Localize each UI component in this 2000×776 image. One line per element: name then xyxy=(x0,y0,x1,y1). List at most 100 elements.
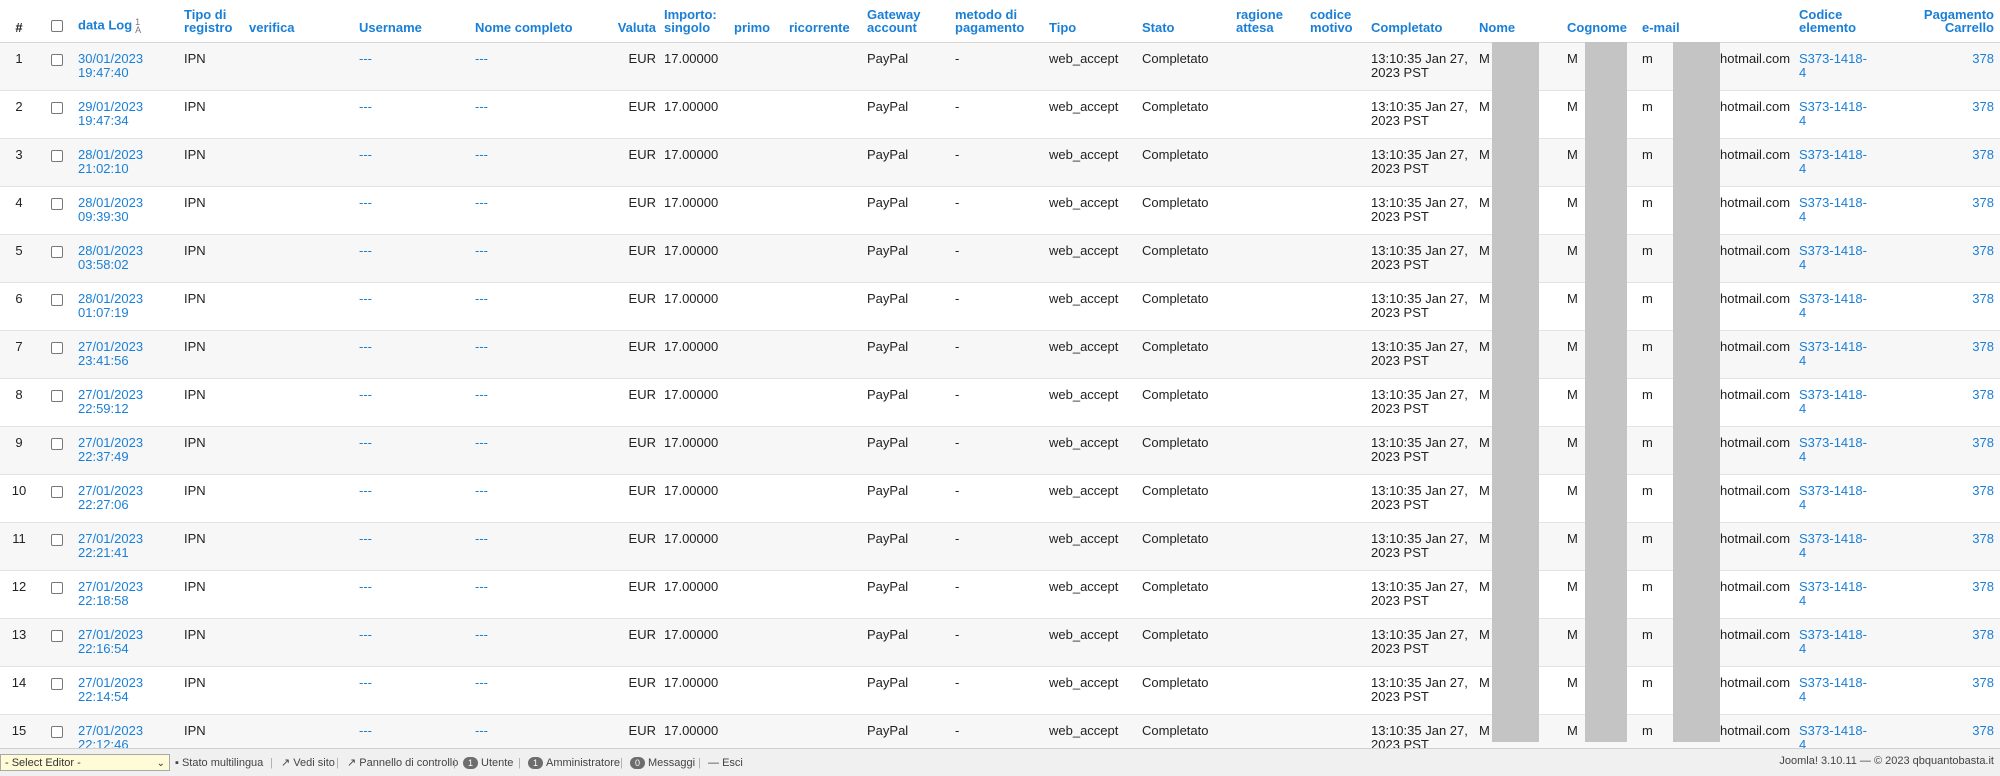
nome-completo-cell[interactable]: --- xyxy=(473,186,609,235)
username-cell[interactable]: --- xyxy=(357,618,473,667)
row-checkbox[interactable] xyxy=(51,438,63,450)
nome-completo-cell[interactable]: --- xyxy=(473,426,609,475)
codice-elemento-line2[interactable]: 4 xyxy=(1799,305,1806,320)
row-checkbox-cell[interactable] xyxy=(38,90,76,139)
username-cell[interactable]: --- xyxy=(357,426,473,475)
data-log-date[interactable]: 27/01/2023 xyxy=(78,435,143,450)
nome-completo-cell[interactable]: --- xyxy=(473,618,609,667)
codice-elemento-cell[interactable]: S373-1418- 4 xyxy=(1797,330,1887,379)
row-checkbox-cell[interactable] xyxy=(38,138,76,187)
row-checkbox[interactable] xyxy=(51,630,63,642)
codice-elemento-line1[interactable]: S373-1418- xyxy=(1799,99,1867,114)
data-log-date[interactable]: 27/01/2023 xyxy=(78,723,143,738)
pagamento-carrello-link[interactable]: 378 xyxy=(1972,99,1994,114)
codice-elemento-cell[interactable]: S373-1418- 4 xyxy=(1797,234,1887,283)
username-link[interactable]: --- xyxy=(359,99,372,114)
sort-alpha-asc-icon[interactable]: 1A xyxy=(135,18,145,35)
nome-completo-link[interactable]: --- xyxy=(475,339,488,354)
column-header-tipo-registro[interactable]: Tipo di registro xyxy=(182,0,247,43)
pagamento-carrello-link[interactable]: 378 xyxy=(1972,291,1994,306)
codice-elemento-cell[interactable]: S373-1418- 4 xyxy=(1797,378,1887,427)
codice-elemento-cell[interactable]: S373-1418- 4 xyxy=(1797,474,1887,523)
username-link[interactable]: --- xyxy=(359,531,372,546)
codice-elemento-cell[interactable]: S373-1418- 4 xyxy=(1797,522,1887,571)
codice-elemento-line2[interactable]: 4 xyxy=(1799,65,1806,80)
username-link[interactable]: --- xyxy=(359,387,372,402)
username-link[interactable]: --- xyxy=(359,435,372,450)
row-checkbox[interactable] xyxy=(51,102,63,114)
codice-elemento-line1[interactable]: S373-1418- xyxy=(1799,675,1867,690)
data-log-date[interactable]: 27/01/2023 xyxy=(78,675,143,690)
codice-elemento-line1[interactable]: S373-1418- xyxy=(1799,195,1867,210)
codice-elemento-line2[interactable]: 4 xyxy=(1799,593,1806,608)
data-log-cell[interactable]: 27/01/2023 22:16:54 xyxy=(76,618,182,667)
data-log-cell[interactable]: 28/01/2023 21:02:10 xyxy=(76,138,182,187)
row-checkbox[interactable] xyxy=(51,246,63,258)
pagamento-carrello-cell[interactable]: 378 xyxy=(1887,90,2000,139)
data-log-time[interactable]: 22:21:41 xyxy=(78,545,129,560)
username-link[interactable]: --- xyxy=(359,483,372,498)
codice-elemento-line2[interactable]: 4 xyxy=(1799,641,1806,656)
column-header-valuta[interactable]: Valuta xyxy=(609,0,662,43)
username-cell[interactable]: --- xyxy=(357,522,473,571)
nome-completo-cell[interactable]: --- xyxy=(473,282,609,331)
nome-completo-link[interactable]: --- xyxy=(475,723,488,738)
pagamento-carrello-link[interactable]: 378 xyxy=(1972,147,1994,162)
data-log-date[interactable]: 29/01/2023 xyxy=(78,99,143,114)
nome-completo-link[interactable]: --- xyxy=(475,243,488,258)
pagamento-carrello-cell[interactable]: 378 xyxy=(1887,714,2000,748)
row-checkbox[interactable] xyxy=(51,390,63,402)
data-log-cell[interactable]: 27/01/2023 22:12:46 xyxy=(76,714,182,749)
username-cell[interactable]: --- xyxy=(357,282,473,331)
codice-elemento-line2[interactable]: 4 xyxy=(1799,545,1806,560)
username-cell[interactable]: --- xyxy=(357,234,473,283)
utente-link[interactable]: 1 Utente xyxy=(463,756,513,770)
data-log-time[interactable]: 22:14:54 xyxy=(78,689,129,704)
username-cell[interactable]: --- xyxy=(357,666,473,715)
codice-elemento-cell[interactable]: S373-1418- 4 xyxy=(1797,426,1887,475)
data-log-time[interactable]: 19:47:34 xyxy=(78,113,129,128)
data-log-date[interactable]: 27/01/2023 xyxy=(78,387,143,402)
row-checkbox-cell[interactable] xyxy=(38,666,76,715)
nome-completo-cell[interactable]: --- xyxy=(473,570,609,619)
pagamento-carrello-cell[interactable]: 378 xyxy=(1887,426,2000,475)
data-log-time[interactable]: 22:37:49 xyxy=(78,449,129,464)
nome-completo-cell[interactable]: --- xyxy=(473,522,609,571)
codice-elemento-line2[interactable]: 4 xyxy=(1799,209,1806,224)
codice-elemento-cell[interactable]: S373-1418- 4 xyxy=(1797,186,1887,235)
nome-completo-cell[interactable]: --- xyxy=(473,138,609,187)
data-log-time[interactable]: 01:07:19 xyxy=(78,305,129,320)
row-checkbox[interactable] xyxy=(51,294,63,306)
data-log-cell[interactable]: 28/01/2023 03:58:02 xyxy=(76,234,182,283)
data-log-time[interactable]: 22:12:46 xyxy=(78,737,129,749)
pagamento-carrello-link[interactable]: 378 xyxy=(1972,627,1994,642)
data-log-date[interactable]: 30/01/2023 xyxy=(78,51,143,66)
codice-elemento-cell[interactable]: S373-1418- 4 xyxy=(1797,42,1887,91)
column-header-email[interactable]: e-mail xyxy=(1640,0,1797,43)
column-header-data-log-label[interactable]: data Log xyxy=(78,17,132,32)
username-link[interactable]: --- xyxy=(359,675,372,690)
username-cell[interactable]: --- xyxy=(357,330,473,379)
data-log-cell[interactable]: 27/01/2023 22:18:58 xyxy=(76,570,182,619)
esci-link[interactable]: — Esci xyxy=(708,756,743,770)
row-checkbox-cell[interactable] xyxy=(38,474,76,523)
pagamento-carrello-link[interactable]: 378 xyxy=(1972,435,1994,450)
pagamento-carrello-cell[interactable]: 378 xyxy=(1887,234,2000,283)
pagamento-carrello-link[interactable]: 378 xyxy=(1972,483,1994,498)
data-log-date[interactable]: 27/01/2023 xyxy=(78,531,143,546)
pagamento-carrello-link[interactable]: 378 xyxy=(1972,243,1994,258)
codice-elemento-cell[interactable]: S373-1418- 4 xyxy=(1797,90,1887,139)
pagamento-carrello-link[interactable]: 378 xyxy=(1972,723,1994,738)
pagamento-carrello-link[interactable]: 378 xyxy=(1972,339,1994,354)
username-cell[interactable]: --- xyxy=(357,138,473,187)
column-header-importo[interactable]: Importo: singolo xyxy=(662,0,732,43)
codice-elemento-line1[interactable]: S373-1418- xyxy=(1799,147,1867,162)
codice-elemento-line2[interactable]: 4 xyxy=(1799,257,1806,272)
codice-elemento-line2[interactable]: 4 xyxy=(1799,449,1806,464)
nome-completo-cell[interactable]: --- xyxy=(473,714,609,748)
codice-elemento-line2[interactable]: 4 xyxy=(1799,497,1806,512)
column-header-cognome[interactable]: Cognome xyxy=(1565,0,1640,43)
username-cell[interactable]: --- xyxy=(357,90,473,139)
row-checkbox-cell[interactable] xyxy=(38,282,76,331)
codice-elemento-line2[interactable]: 4 xyxy=(1799,401,1806,416)
